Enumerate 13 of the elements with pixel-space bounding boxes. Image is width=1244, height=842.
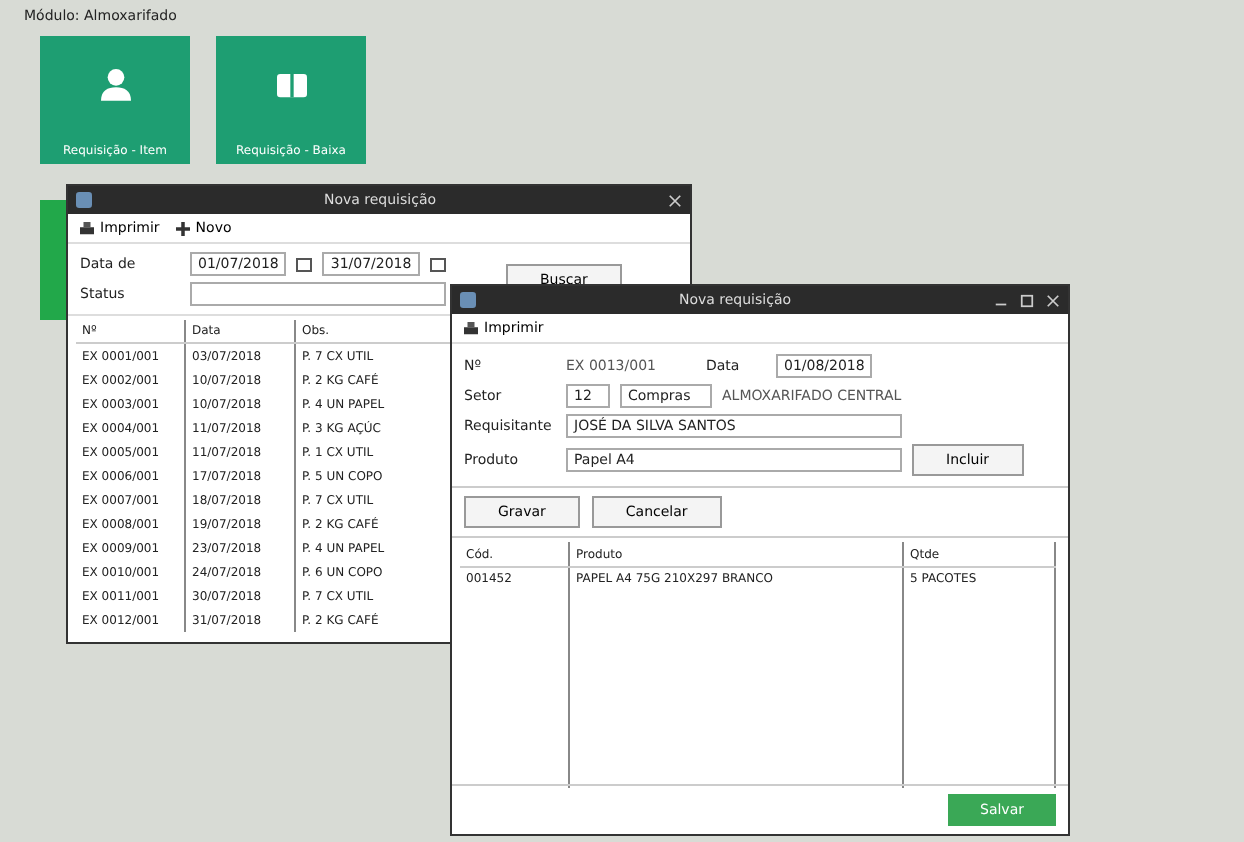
close-icon[interactable] [668,193,682,207]
module-tile[interactable] [40,200,66,320]
maximize-icon[interactable] [1020,293,1034,307]
printer-icon [464,321,478,335]
person-icon [95,64,135,104]
app-icon [460,292,476,308]
plus-icon [175,221,190,235]
calendar-icon[interactable] [429,256,446,272]
calendar-icon[interactable] [296,256,313,272]
status-field[interactable] [190,282,446,306]
close-icon[interactable] [1046,293,1060,307]
app-icon [76,192,92,208]
printer-icon [80,221,94,235]
